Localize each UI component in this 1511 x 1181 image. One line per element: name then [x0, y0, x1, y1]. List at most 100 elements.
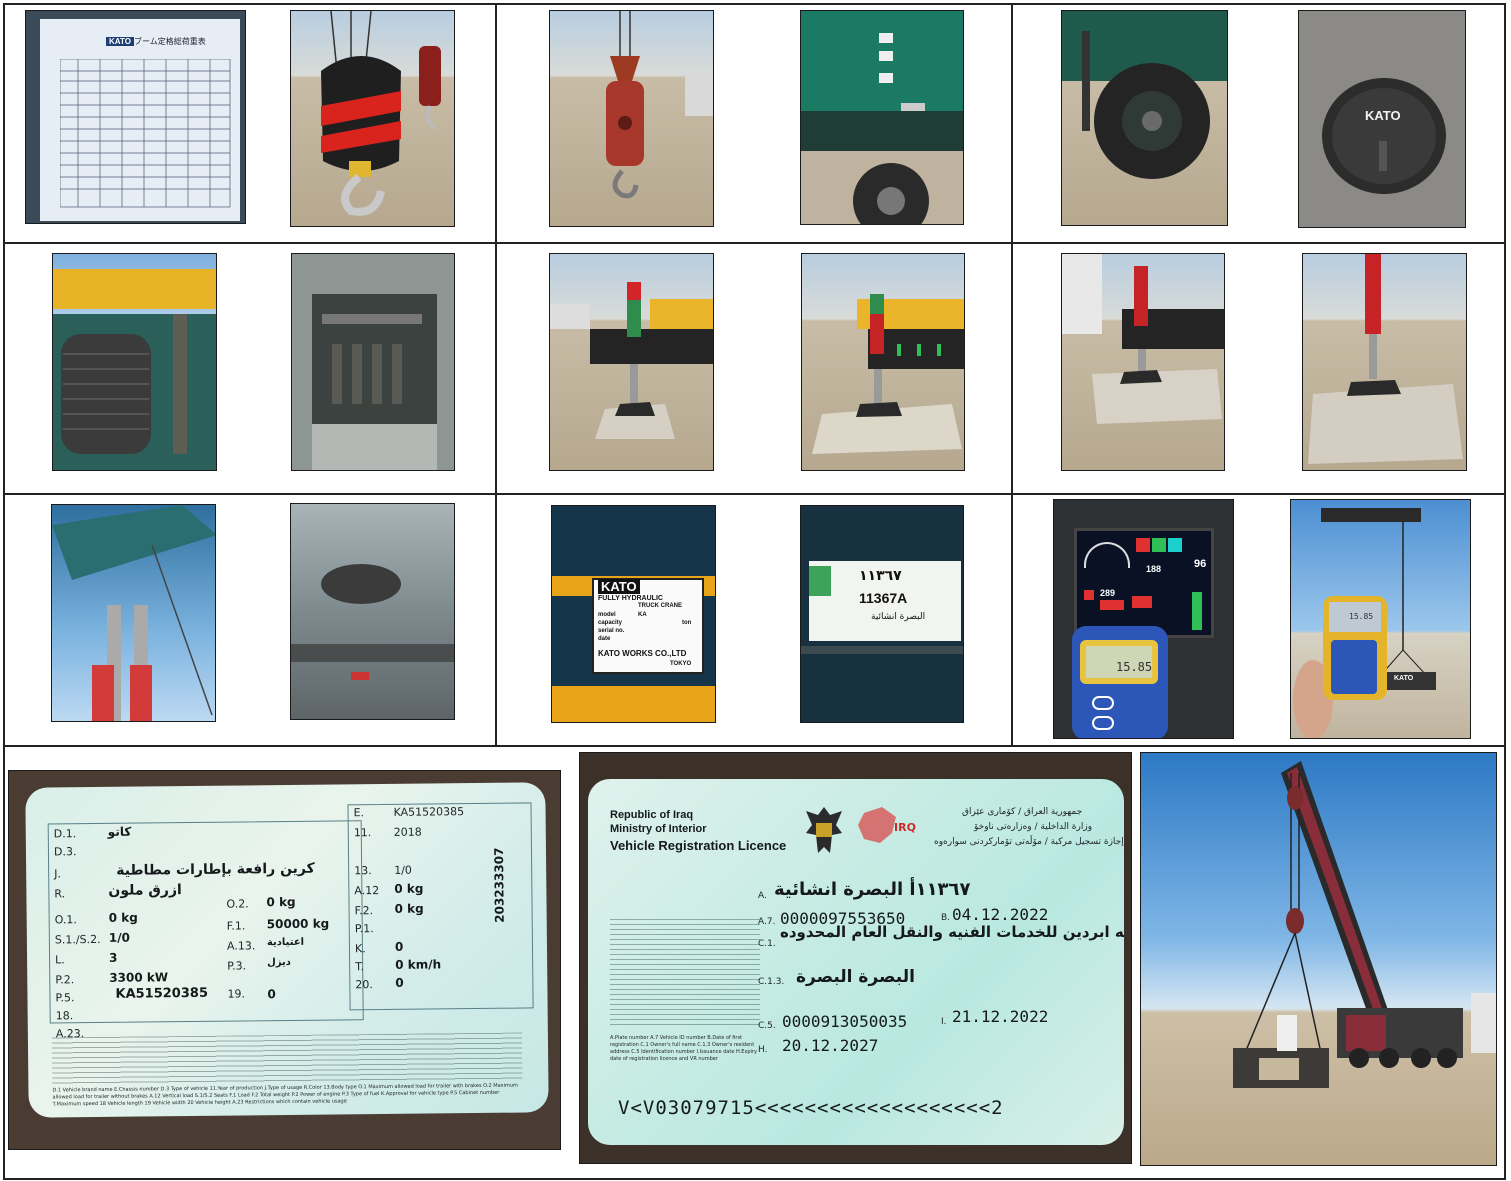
- licence-plate-line: ١١٣٦٧أ البصرة انشائية: [774, 879, 971, 900]
- monitor-meter-reading: 15.85: [1116, 660, 1153, 674]
- card-back: D.1. كاتو D.3. J. كرين رافعة بإطارات مطا…: [25, 782, 549, 1118]
- grid-border-right: [1504, 3, 1506, 1180]
- photo-meter-weight: KATO 15.85: [1290, 499, 1471, 739]
- photo-outrigger-4: [1302, 253, 1467, 471]
- card-right-value-1: 2018: [393, 825, 422, 839]
- card-right-code-0: E.: [353, 806, 365, 820]
- card-right-value-8: 0: [395, 975, 404, 990]
- photo-outrigger-1: [549, 253, 714, 471]
- outrigger-4-drawing: [1308, 254, 1463, 464]
- licence-title: Vehicle Registration Licence: [610, 838, 787, 853]
- licence-h-value: 20.12.2027: [782, 1036, 879, 1055]
- card-right-value-4: 0 kg: [394, 901, 424, 916]
- licence-footnote: A.Plate number A.7 Vehicle ID number B.D…: [610, 1035, 757, 1062]
- licence-ministry: Ministry of Interior: [610, 823, 707, 835]
- nameplate-line1: FULLY HYDRAULIC: [598, 595, 663, 602]
- licence-c5-value: 0000913050035: [782, 1012, 908, 1031]
- licence-mrz: V<V03079715<<<<<<<<<<<<<<<<<<<2: [618, 1097, 1004, 1119]
- card-mid-value-2: اعتيادية: [266, 936, 305, 949]
- nameplate-brand: KATO: [598, 579, 640, 594]
- licence-i-value: 21.12.2022: [952, 1007, 1049, 1026]
- licence-country: Republic of Iraq: [610, 809, 694, 821]
- licence-c5-label: C.5.: [758, 1021, 776, 1031]
- eagle-emblem: [806, 807, 842, 853]
- licence-b-label: B.: [941, 913, 951, 923]
- card-row-code-2: J.: [54, 867, 62, 881]
- photo-boom-cylinders: [51, 504, 216, 722]
- nameplate-serial-label: serial no.: [598, 628, 625, 634]
- nameplate-line2: TRUCK CRANE: [638, 603, 682, 609]
- licence-card: Republic of Iraq Ministry of Interior Ve…: [588, 779, 1124, 1145]
- card-row-value-6: 3: [108, 950, 118, 965]
- photo-card-back: D.1. كاتو D.3. J. كرين رافعة بإطارات مطا…: [8, 770, 561, 1150]
- licence-c13-label: C.1.3.: [758, 977, 785, 987]
- licence-i-label: I.: [941, 1017, 947, 1027]
- card-row-code-9: 18.: [55, 1009, 74, 1023]
- card-right-code-1: 11.: [353, 826, 372, 840]
- nameplate-capacity-label: capacity: [598, 620, 623, 626]
- card-right-value-6: 0: [394, 939, 404, 954]
- card-footer: D.1 Vehicle brand name E.Chassis number …: [52, 1082, 518, 1108]
- card-row-value-7: 3300 kW: [109, 970, 169, 985]
- photo-hook-block: [290, 10, 455, 227]
- card-row-code-7: P.2.: [55, 973, 75, 987]
- card-right-code-6: K.: [354, 942, 366, 956]
- card-row-code-4: O.1.: [54, 913, 77, 927]
- licence-a7-label: A.7.: [758, 917, 776, 927]
- card-row-code-3: R.: [54, 887, 66, 901]
- grid-row-divider-3: [3, 745, 1506, 747]
- plate-city: البصرة انشائية: [871, 612, 926, 622]
- outrigger-3-drawing: [1062, 254, 1224, 424]
- photo-outrigger-3: [1061, 253, 1225, 471]
- card-row-code-6: L.: [55, 953, 65, 967]
- card-mid-value-3: ديزل: [267, 956, 291, 969]
- load-chart-table: [60, 59, 231, 208]
- photo-plate: ١١٣٦٧ 11367A البصرة انشائية: [800, 505, 964, 723]
- card-fine-print: [51, 1032, 523, 1086]
- card-row-value-4: 0 kg: [108, 910, 138, 925]
- card-right-code-4: F.2.: [354, 904, 374, 918]
- card-row-code-8: P.5.: [55, 991, 75, 1005]
- licence-a-label: A.: [758, 891, 767, 901]
- card-mid-value-0: 0 kg: [266, 894, 296, 910]
- card-right-code-2: 13.: [354, 864, 372, 878]
- grid-row-divider-1: [3, 242, 1506, 244]
- card-right-value-2: 1/0: [394, 863, 412, 877]
- meter-weight-brand: KATO: [1394, 675, 1414, 682]
- meter2-reading: 15.85: [1349, 612, 1374, 621]
- outrigger-1-drawing: [550, 282, 713, 439]
- card-mid-value-1: 50000 kg: [266, 916, 330, 932]
- card-row-value-0: كاتو: [107, 824, 132, 839]
- card-right-code-8: 20.: [355, 978, 373, 992]
- licence-fine-print: [610, 919, 760, 1029]
- plate-arabic-number: ١١٣٦٧: [859, 568, 902, 584]
- load-chart-title: ブーム定格総荷重表: [134, 37, 206, 46]
- photo-boom-underside: [290, 503, 455, 720]
- monitor-value2: 96: [1194, 558, 1207, 570]
- nameplate-model-label: model: [598, 612, 616, 618]
- grid-border-bottom: [3, 1178, 1506, 1180]
- photo-wheel: [1061, 10, 1228, 226]
- photo-licence: Republic of Iraq Ministry of Interior Ve…: [579, 752, 1132, 1164]
- grid-border-left: [3, 3, 5, 1180]
- photo-truck-side: [800, 10, 964, 225]
- card-right-code-7: T.: [355, 960, 365, 974]
- wheel-cap-brand: KATO: [1365, 108, 1401, 123]
- card-row-code-0: D.1.: [53, 827, 77, 841]
- grid-col-divider-1: [495, 3, 497, 746]
- nameplate-city: TOKYO: [670, 661, 692, 667]
- licence-ar-country: جمهورية العراق / كۆماری عێراق: [962, 807, 1083, 817]
- crane-test-drawing: [1233, 761, 1496, 1088]
- card-row-value-5: 1/0: [108, 930, 131, 945]
- card-mid-code-2: A.13.: [226, 939, 256, 953]
- boom-cylinders-drawing: [52, 505, 215, 721]
- plate-latin-number: 11367A: [859, 590, 908, 606]
- boom-underside-drawing: [291, 564, 454, 680]
- nameplate-capacity-unit: ton: [682, 620, 692, 626]
- licence-irq: IRQ: [894, 821, 916, 834]
- photo-nameplate: KATO FULLY HYDRAULIC TRUCK CRANE model K…: [551, 505, 716, 723]
- photo-winch: [52, 253, 217, 471]
- card-right-code-5: P.1.: [354, 922, 374, 936]
- truck-side-drawing: [801, 11, 963, 224]
- ball-hook-drawing: [606, 11, 713, 199]
